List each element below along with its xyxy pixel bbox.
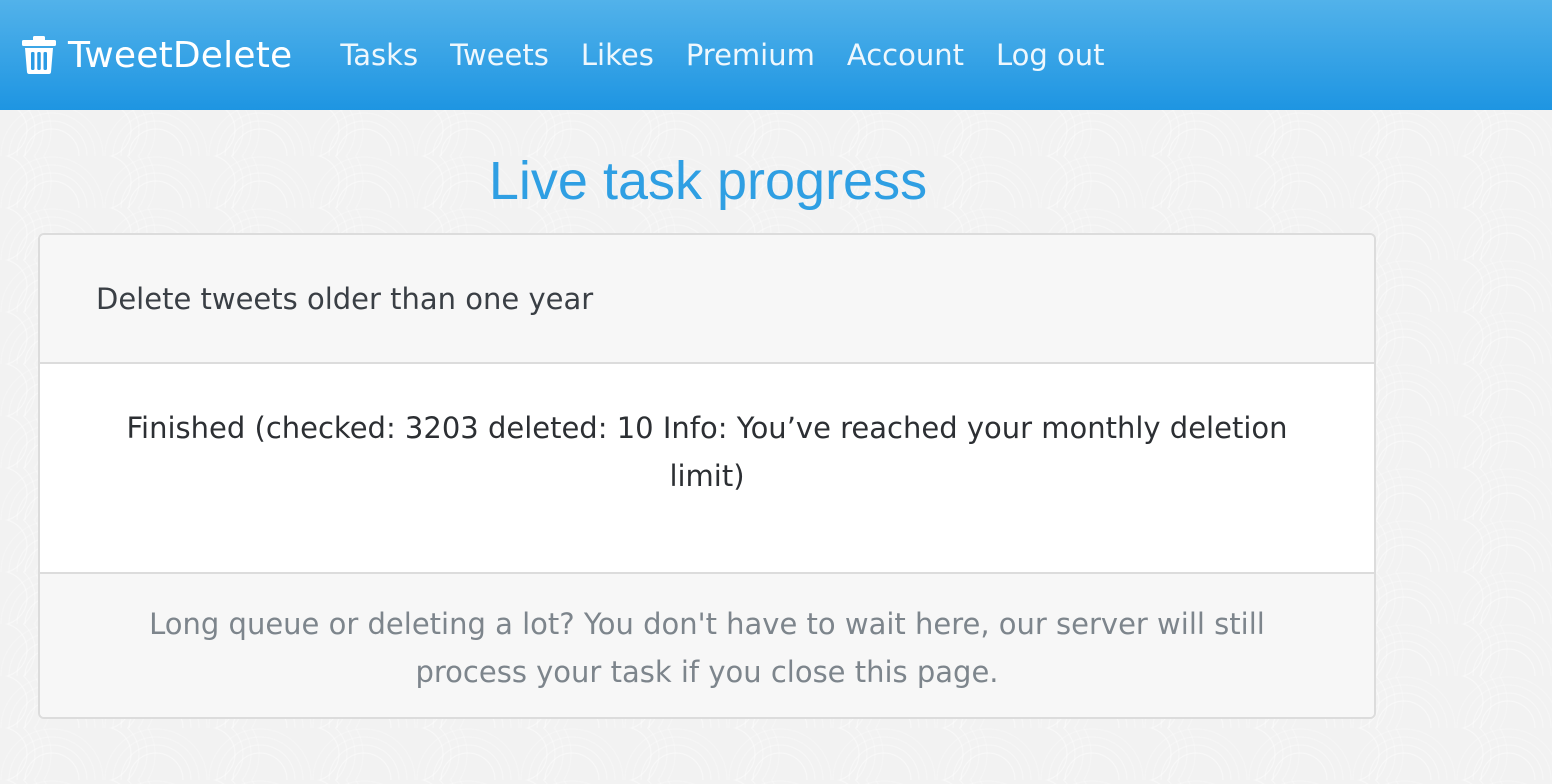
brand-home-link[interactable]: TweetDelete: [22, 35, 292, 76]
trash-icon: [22, 36, 56, 74]
task-progress-card: Delete tweets older than one year Finish…: [38, 233, 1376, 719]
nav-link-logout[interactable]: Log out: [996, 38, 1105, 72]
task-card-body: Finished (checked: 3203 deleted: 10 Info…: [40, 364, 1374, 574]
brand-name: TweetDelete: [68, 34, 293, 76]
nav-link-likes[interactable]: Likes: [581, 38, 654, 72]
nav-link-account[interactable]: Account: [847, 38, 964, 72]
task-status-text: Finished (checked: 3203 deleted: 10 Info…: [126, 411, 1288, 493]
nav-links: Tasks Tweets Likes Premium Account Log o…: [324, 38, 1120, 72]
nav-link-premium[interactable]: Premium: [686, 38, 815, 72]
task-name: Delete tweets older than one year: [96, 281, 594, 316]
footer-note: Long queue or deleting a lot? You don't …: [149, 607, 1265, 689]
nav-link-tweets[interactable]: Tweets: [450, 38, 549, 72]
top-navbar: TweetDelete Tasks Tweets Likes Premium A…: [0, 0, 1552, 110]
nav-link-tasks[interactable]: Tasks: [340, 38, 418, 72]
page-title: Live task progress: [488, 151, 928, 211]
task-card-header: Delete tweets older than one year: [40, 235, 1374, 364]
task-card-footer: Long queue or deleting a lot? You don't …: [40, 574, 1374, 717]
